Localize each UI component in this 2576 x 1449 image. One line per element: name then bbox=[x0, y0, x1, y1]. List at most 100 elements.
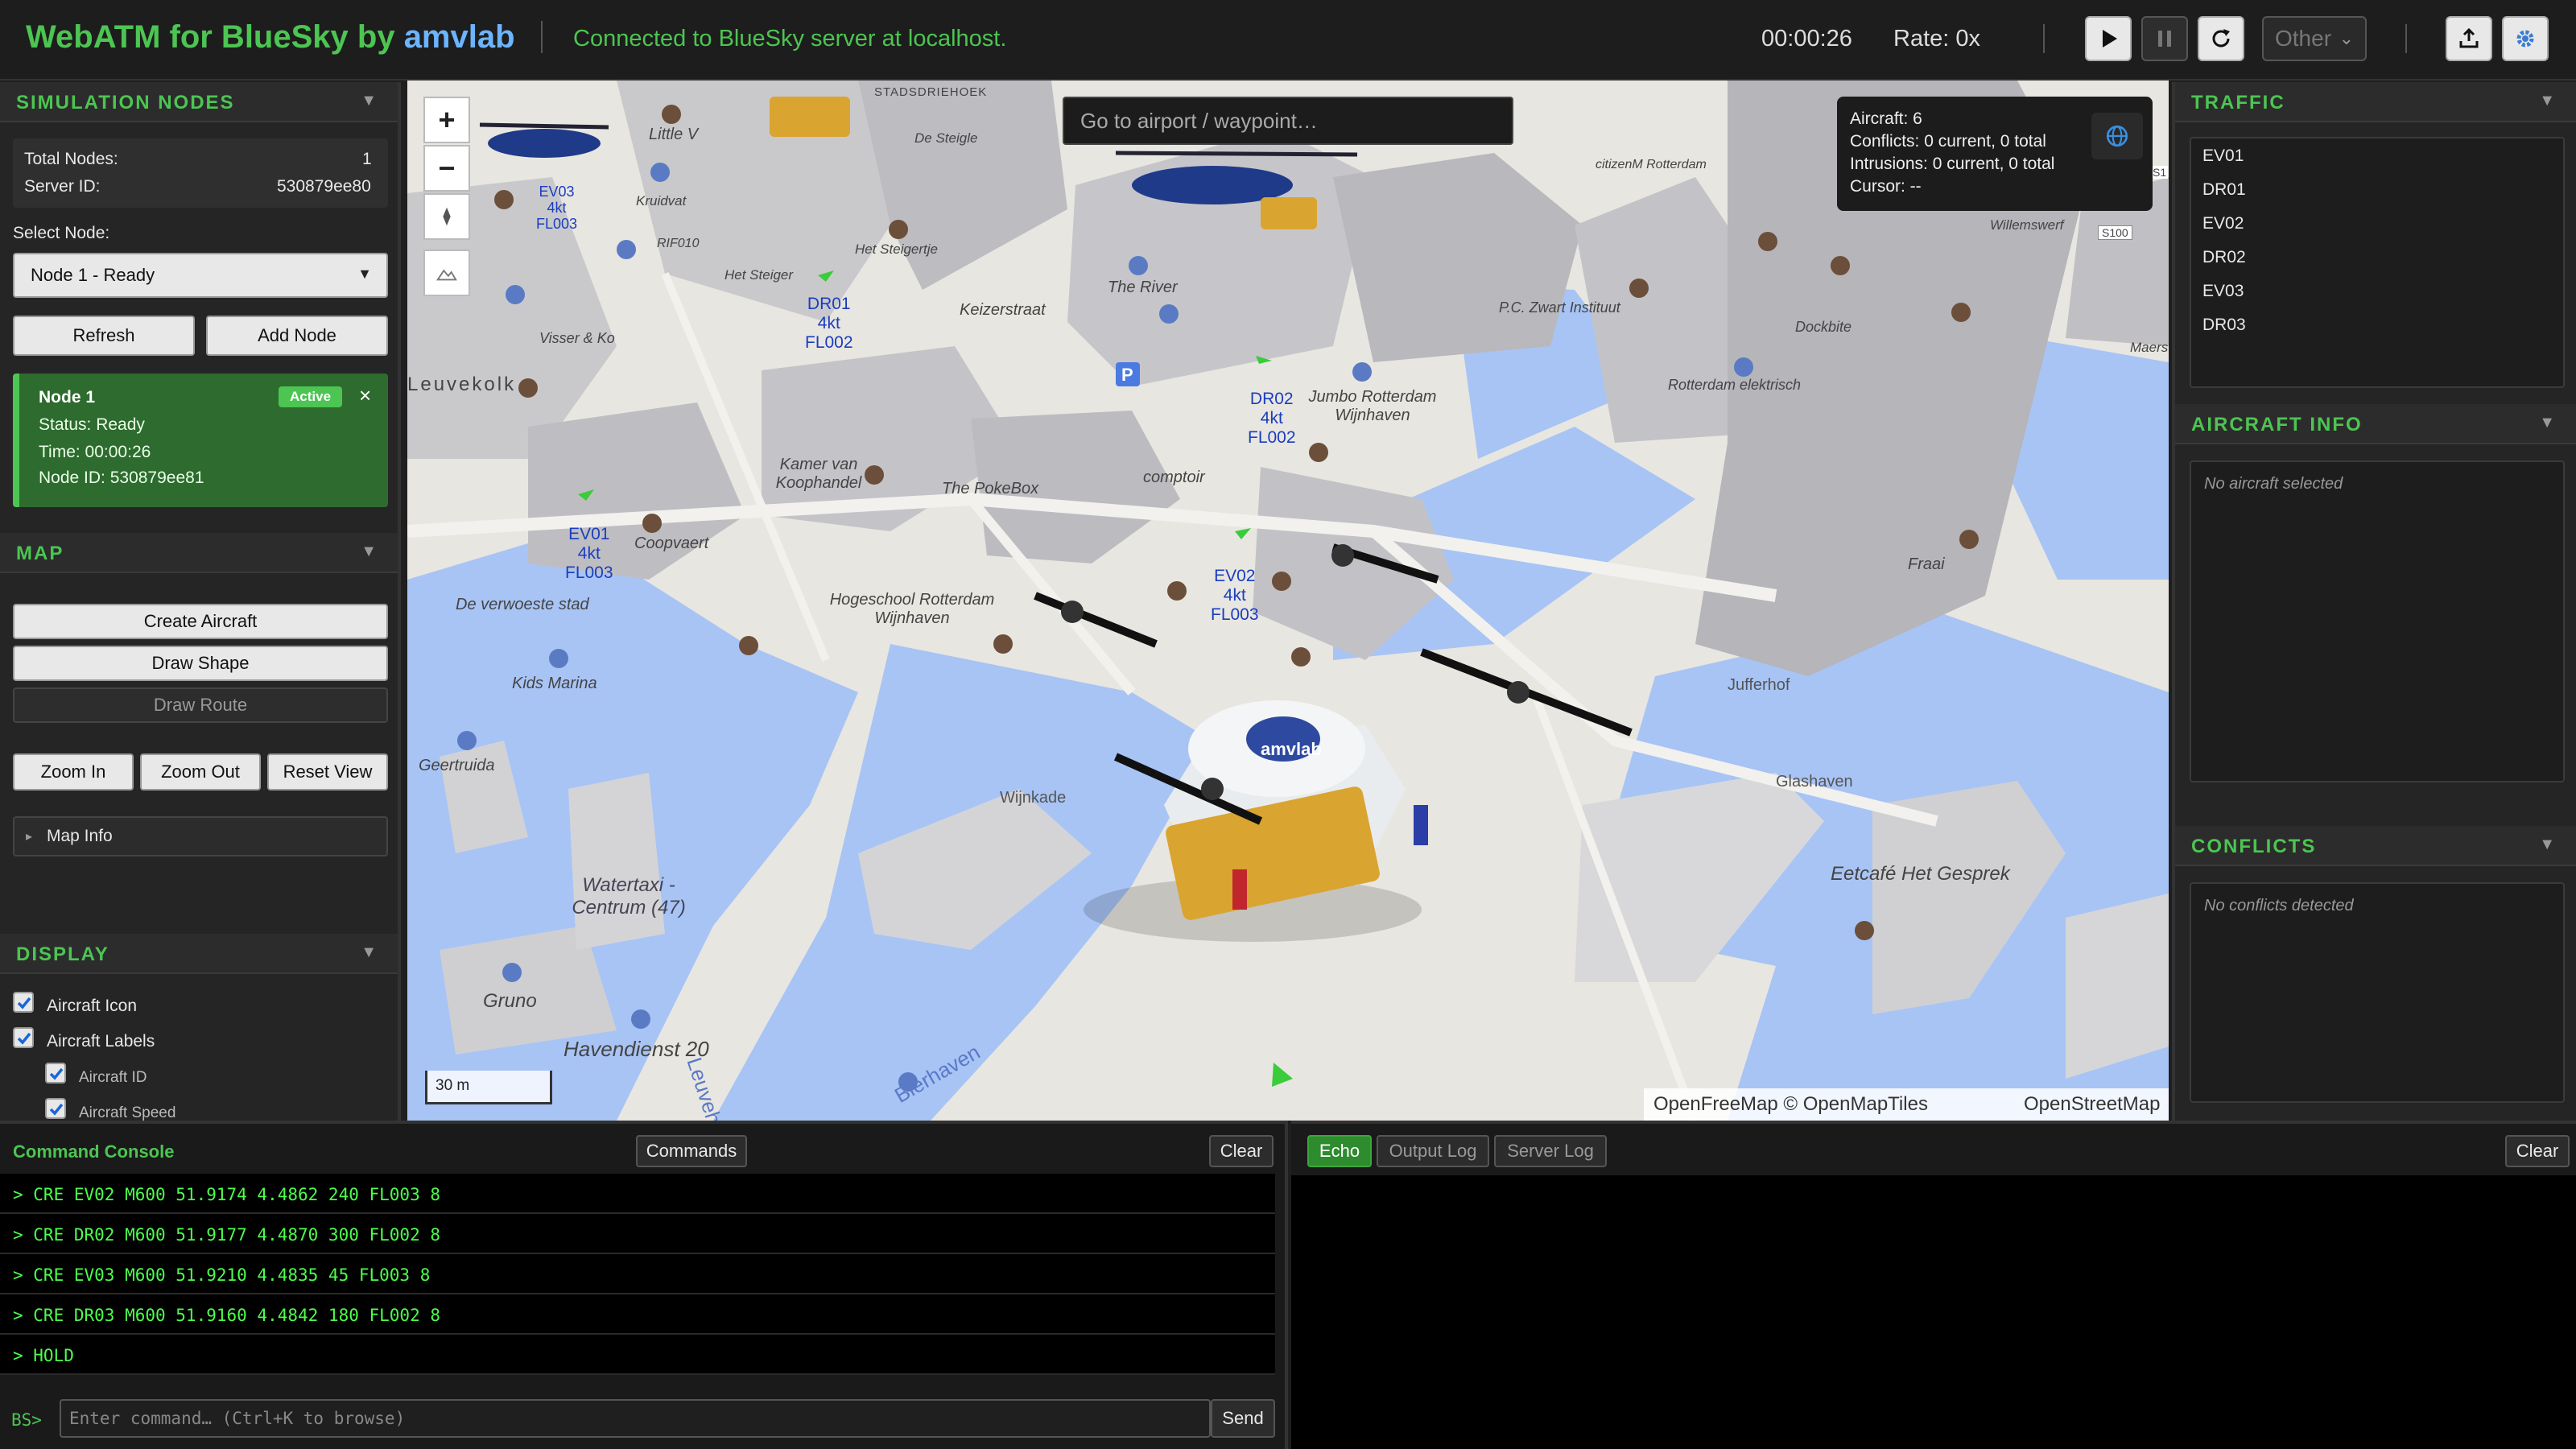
place-label: Leuvekolk bbox=[407, 374, 517, 395]
check-icon bbox=[17, 997, 31, 1009]
aircraft-info-section-header[interactable]: AIRCRAFT INFO ▼ bbox=[2175, 404, 2576, 444]
right-sidebar: TRAFFIC ▼ EV01 DR01 EV02 DR02 EV03 DR03 A… bbox=[2172, 82, 2576, 1121]
output-tabbar: Echo Output Log Server Log Clear bbox=[1291, 1124, 2576, 1175]
display-section-header[interactable]: DISPLAY ▼ bbox=[0, 934, 398, 974]
refresh-button[interactable]: Refresh bbox=[13, 316, 195, 356]
place-label: Little V bbox=[649, 126, 699, 143]
draw-route-button[interactable]: Draw Route bbox=[13, 687, 388, 723]
attribution-link[interactable]: OpenFreeMap © OpenMapTiles bbox=[1653, 1093, 1928, 1115]
aircraft-icon-checkbox[interactable] bbox=[13, 992, 34, 1013]
server-id-value: 530879ee80 bbox=[277, 177, 371, 196]
check-icon bbox=[49, 1103, 64, 1116]
reset-button[interactable] bbox=[2198, 16, 2244, 61]
traffic-item[interactable]: DR01 bbox=[2202, 180, 2246, 200]
close-icon[interactable]: × bbox=[359, 383, 371, 408]
other-select[interactable]: Other ⌄ bbox=[2262, 16, 2367, 61]
commands-button[interactable]: Commands bbox=[636, 1135, 747, 1167]
tab-echo[interactable]: Echo bbox=[1307, 1135, 1372, 1167]
line-divider bbox=[0, 1253, 1275, 1254]
collapse-icon: ▼ bbox=[361, 92, 377, 109]
node-id: Node ID: 530879ee81 bbox=[39, 469, 204, 487]
chevron-down-icon: ▼ bbox=[357, 266, 372, 282]
terrain-toggle-button[interactable] bbox=[423, 250, 470, 296]
send-button[interactable]: Send bbox=[1211, 1399, 1275, 1438]
traffic-item[interactable]: DR03 bbox=[2202, 316, 2246, 335]
map-zoom-in-button[interactable]: + bbox=[423, 97, 470, 143]
refresh-icon bbox=[2212, 29, 2230, 47]
traffic-item[interactable]: EV02 bbox=[2202, 214, 2244, 233]
traffic-item[interactable]: EV03 bbox=[2202, 282, 2244, 301]
aircraft-labels-checkbox[interactable] bbox=[13, 1027, 34, 1048]
place-label: Havendienst 20 bbox=[564, 1037, 709, 1061]
chevron-down-icon: ⌄ bbox=[2339, 28, 2354, 48]
zoom-in-button[interactable]: Zoom In bbox=[13, 753, 134, 791]
draw-shape-button[interactable]: Draw Shape bbox=[13, 646, 388, 681]
svg-text:amvlab: amvlab bbox=[1261, 739, 1322, 759]
upload-button[interactable] bbox=[2446, 16, 2492, 61]
clear-console-button[interactable]: Clear bbox=[1209, 1135, 1274, 1167]
tab-output-log[interactable]: Output Log bbox=[1377, 1135, 1489, 1167]
place-label: RIF010 bbox=[657, 237, 700, 250]
place-label: Hogeschool Rotterdam Wijnhaven bbox=[829, 591, 995, 627]
console-log[interactable]: > CRE EV02 M600 51.9174 4.4862 240 FL003… bbox=[0, 1174, 1275, 1375]
command-input[interactable]: Enter command… (Ctrl+K to browse) bbox=[60, 1399, 1211, 1438]
add-node-button[interactable]: Add Node bbox=[206, 316, 388, 356]
map-stats-panel: Aircraft: 6 Conflicts: 0 current, 0 tota… bbox=[1837, 97, 2153, 211]
left-sidebar: SIMULATION NODES ▼ Total Nodes: 1 Server … bbox=[0, 82, 401, 1121]
output-panel: Echo Output Log Server Log Clear bbox=[1291, 1121, 2576, 1449]
total-nodes-label: Total Nodes: bbox=[24, 150, 118, 168]
aircraft-label-ev01[interactable]: EV01 4kt FL003 bbox=[565, 525, 613, 583]
app-title: WebATM for BlueSky by amvlab bbox=[26, 19, 515, 55]
clear-output-button[interactable]: Clear bbox=[2505, 1135, 2570, 1167]
node-time: Time: 00:00:26 bbox=[39, 443, 151, 461]
place-label: Het Steigertje bbox=[855, 242, 938, 257]
tab-server-log[interactable]: Server Log bbox=[1494, 1135, 1607, 1167]
settings-button[interactable] bbox=[2502, 16, 2549, 61]
sim-rate: Rate: 0x bbox=[1893, 26, 1980, 52]
play-button[interactable] bbox=[2085, 16, 2132, 61]
aircraft-label-dr01[interactable]: DR01 4kt FL002 bbox=[805, 295, 853, 353]
traffic-item[interactable]: EV01 bbox=[2202, 147, 2244, 166]
aircraft-label-ev03[interactable]: EV03 4kt FL003 bbox=[536, 184, 577, 232]
traffic-item[interactable]: DR02 bbox=[2202, 248, 2246, 267]
zoom-out-button[interactable]: Zoom Out bbox=[140, 753, 261, 791]
node-select[interactable]: Node 1 - Ready ▼ bbox=[13, 253, 388, 298]
route-shield: S1 bbox=[2151, 166, 2169, 179]
map-search-input[interactable]: Go to airport / waypoint… bbox=[1063, 97, 1513, 145]
map-section-header[interactable]: MAP ▼ bbox=[0, 533, 398, 573]
sim-nodes-header[interactable]: SIMULATION NODES ▼ bbox=[0, 82, 398, 122]
node-summary bbox=[13, 138, 388, 208]
map-zoom-out-button[interactable]: − bbox=[423, 145, 470, 192]
connection-status: Connected to BlueSky server at localhost… bbox=[573, 26, 1007, 52]
node-card[interactable]: Node 1 Active × Status: Ready Time: 00:0… bbox=[13, 374, 388, 507]
place-label: citizenM Rotterdam bbox=[1596, 158, 1707, 171]
pause-button[interactable] bbox=[2141, 16, 2188, 61]
attribution-link[interactable]: OpenStreetMap bbox=[2024, 1093, 2160, 1116]
console-line: > CRE EV02 M600 51.9174 4.4862 240 FL003… bbox=[13, 1185, 441, 1204]
place-label: Geertruida bbox=[419, 757, 495, 774]
line-divider bbox=[0, 1212, 1275, 1214]
traffic-section-header[interactable]: TRAFFIC ▼ bbox=[2175, 82, 2576, 122]
intrusions-count: Intrusions: 0 current, 0 total bbox=[1850, 155, 2055, 173]
svg-text:P: P bbox=[1121, 365, 1133, 385]
create-aircraft-button[interactable]: Create Aircraft bbox=[13, 604, 388, 639]
app-header: WebATM for BlueSky by amvlab Connected t… bbox=[0, 0, 2576, 80]
aircraft-label-ev02[interactable]: EV02 4kt FL003 bbox=[1211, 567, 1259, 625]
aircraft-count: Aircraft: 6 bbox=[1850, 109, 1922, 128]
map-info-toggle[interactable]: ▸ Map Info bbox=[13, 816, 388, 857]
globe-button[interactable] bbox=[2091, 113, 2143, 159]
conflicts-section-header[interactable]: CONFLICTS ▼ bbox=[2175, 826, 2576, 866]
globe-icon bbox=[2106, 125, 2128, 147]
place-label: Visser & Ko bbox=[539, 330, 615, 346]
line-divider bbox=[0, 1333, 1275, 1335]
server-id-label: Server ID: bbox=[24, 177, 101, 196]
aircraft-speed-checkbox[interactable] bbox=[45, 1098, 66, 1119]
place-label: De verwoeste stad bbox=[456, 596, 589, 613]
place-label: Dockbite bbox=[1795, 319, 1852, 335]
map-view[interactable]: amvlab P Little V STADSDRIEHOEK De Steig… bbox=[407, 80, 2169, 1121]
aircraft-label-dr02[interactable]: DR02 4kt FL002 bbox=[1248, 390, 1296, 448]
console-line: > CRE EV03 M600 51.9210 4.4835 45 FL003 … bbox=[13, 1265, 431, 1285]
compass-button[interactable] bbox=[423, 193, 470, 240]
reset-view-button[interactable]: Reset View bbox=[267, 753, 388, 791]
aircraft-id-checkbox[interactable] bbox=[45, 1063, 66, 1084]
